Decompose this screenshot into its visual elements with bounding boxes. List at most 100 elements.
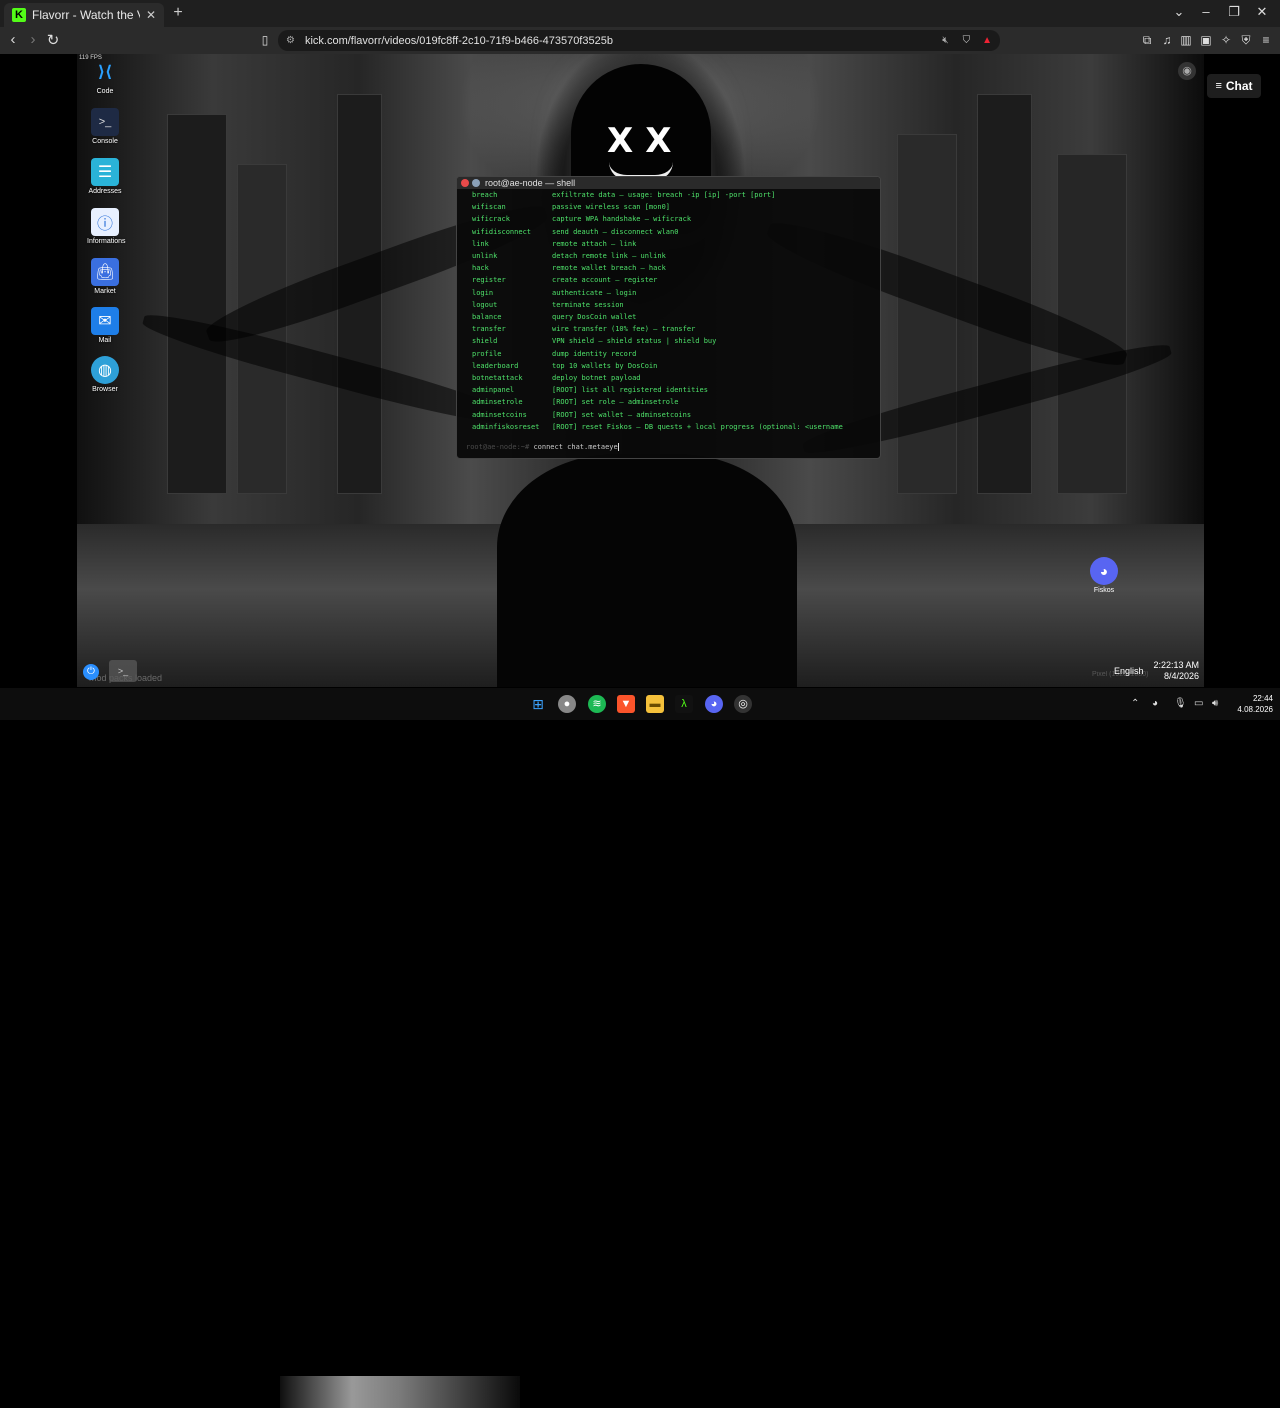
terminal-output: breach exfiltrate data — usage: breach -i… [457,189,880,433]
power-icon[interactable]: ⏻ [83,664,99,680]
terminal-row: breach exfiltrate data — usage: breach -i… [472,189,878,201]
desktop-icon-addresses[interactable]: ☰ Addresses [87,158,123,195]
vpn-icon[interactable]: ⛨ [1238,33,1254,48]
leo-ai-icon[interactable]: ✧ [1218,33,1234,47]
terminal-row: adminfiskosreset [ROOT] reset Fiskos — DB… [472,421,878,433]
brave-icon[interactable]: ▼ [617,695,635,713]
terminal-row: login authenticate — login [472,287,878,299]
desktop-icon-mail[interactable]: ✉ Mail [87,307,123,344]
cloak [497,454,797,687]
terminal-row: register create account — register [472,274,878,286]
shield-icon[interactable]: ⛉ [963,35,971,46]
chat-toggle-button[interactable]: ≡ Chat [1207,74,1261,98]
back-button[interactable]: ‹ [4,31,22,48]
command-name: botnetattack [472,374,523,383]
command-name: hack [472,264,489,273]
command-desc: deploy botnet payload [552,374,641,383]
command-desc: send deauth — disconnect wlan0 [552,227,679,236]
terminal-row: adminsetrole [ROOT] set role — adminsetro… [472,396,878,408]
command-desc: exfiltrate data — usage: breach -ip [ip]… [552,191,776,199]
command-desc: passive wireless scan [mon0] [552,203,671,212]
desktop-icon-browser[interactable]: ◍ Browser [87,356,123,393]
command-name: shield [472,337,498,346]
command-desc: top 10 wallets by DosCoin [552,361,658,370]
wallet-icon[interactable]: ▣ [1198,33,1214,47]
system-clock[interactable]: 22:44 4.08.2026 [1233,693,1273,715]
terminal-prompt[interactable]: root@ae-node:~# connect chat.metaeye [466,443,619,451]
rewards-icon[interactable]: ▲ [982,35,992,46]
obs-icon[interactable]: ◎ [734,695,752,713]
tray-volume-icon[interactable]: 🔊︎ [1212,698,1218,709]
close-tab-icon[interactable]: ✕ [146,8,156,22]
building [167,114,227,494]
new-tab-button[interactable]: + [170,4,186,22]
desktop-icon-console[interactable]: >_ Console [87,108,123,145]
desktop-icon-informations[interactable]: ⓘ Informations [87,208,126,245]
sidebar-icon[interactable]: ▥ [1178,33,1194,47]
tray-chevron-icon[interactable]: ⌃ [1131,698,1139,709]
tray-mic-icon[interactable]: 🎙︎ [1174,698,1187,709]
extensions-icon[interactable]: ⧉ [1139,33,1155,48]
command-desc: wire transfer (10% fee) — transfer [552,325,696,334]
media-icon[interactable]: ♫ [1159,33,1175,47]
close-dot-icon[interactable] [461,179,469,187]
app-icon[interactable]: ● [558,695,576,713]
windows-start-icon[interactable]: ⊞ [529,695,547,713]
x-eyes: XX [607,121,684,161]
desktop-icon-label: Code [96,88,114,95]
vscode-icon: ⟩⟨ [97,64,113,81]
command-desc: VPN shield — shield status | shield buy [552,337,717,346]
terminal-row: profile dump identity record [472,348,878,360]
command-name: leaderboard [472,361,519,370]
command-name: logout [472,300,498,309]
desktop-icon-label: Addresses [88,188,122,195]
discord-taskbar-icon[interactable]: ◕ [705,695,723,713]
terminal-row: leaderboard top 10 wallets by DosCoin [472,360,878,372]
tab-search-chevron-icon[interactable]: ⌄ [1169,4,1189,20]
bookmark-icon[interactable]: ▯ [257,33,273,47]
file-explorer-icon[interactable]: ▬ [646,695,664,713]
menu-icon[interactable]: ≡ [1258,33,1274,47]
desktop-clock: 2:22:13 AM 8/4/2026 [1149,660,1199,682]
desktop-icon-label: Browser [92,386,118,393]
address-book-icon: ☰ [91,158,119,186]
terminal-row: wifidisconnect send deauth — disconnect w… [472,226,878,238]
command-name: breach [472,191,498,199]
terminal-row: botnetattack deploy botnet payload [472,372,878,384]
command-name: unlink [472,252,498,261]
terminal-window[interactable]: root@ae-node — shell breach exfiltrate da… [456,176,881,459]
command-name: balance [472,313,502,322]
command-desc: [ROOT] set role — adminsetrole [552,398,679,407]
command-desc: terminate session [552,300,624,309]
eye-icon[interactable]: ◉ [1178,62,1196,80]
restore-button[interactable]: ❐ [1224,4,1244,20]
desktop-icon-code[interactable]: ⟩⟨ Code [87,58,123,95]
terminal-app-icon[interactable]: λ [675,695,693,713]
mute-icon[interactable]: 🔇︎ [942,35,948,46]
spotify-icon[interactable]: ≋ [588,695,606,713]
command-desc: remote attach — link [552,239,637,248]
desktop-icon-label: Fiskos [1093,587,1115,594]
browser-tab-bar: K Flavorr - Watch the VOD on K ✕ + ⌄ – ❐… [0,0,1280,27]
desktop-icon-market[interactable]: 👜︎ Market [87,258,123,295]
minimize-dot-icon[interactable] [472,179,480,187]
forward-button[interactable]: › [24,31,42,48]
site-info-icon[interactable]: ⚙ [286,35,295,46]
desktop-icon-label: Market [94,288,116,295]
prompt-host: root@ae-node:~# [466,443,530,451]
video-player[interactable]: XX 119 FPS ◉ ⟩⟨ Code >_ Console ☰ Addres… [77,54,1204,687]
close-window-button[interactable]: ✕ [1252,4,1272,20]
desktop-icon-fiskos[interactable]: ◕ Fiskos [1089,557,1119,594]
minimize-button[interactable]: – [1196,4,1216,19]
tray-network-icon[interactable]: ▭ [1194,698,1203,709]
address-bar[interactable]: ⚙ kick.com/flavorr/videos/019fc8ff-2c10-… [278,30,1000,51]
reload-button[interactable]: ↻ [44,31,62,49]
command-desc: query DosCoin wallet [552,313,637,322]
prompt-input[interactable]: connect chat.metaeye [533,443,617,451]
browser-tab[interactable]: K Flavorr - Watch the VOD on K ✕ [4,3,164,27]
chat-button-label: Chat [1225,79,1253,93]
terminal-titlebar[interactable]: root@ae-node — shell [457,177,880,189]
taskbar-console-icon[interactable]: >_ [109,660,137,682]
language-indicator[interactable]: English [1114,666,1144,676]
tray-discord-icon[interactable]: ◕ [1152,698,1158,709]
